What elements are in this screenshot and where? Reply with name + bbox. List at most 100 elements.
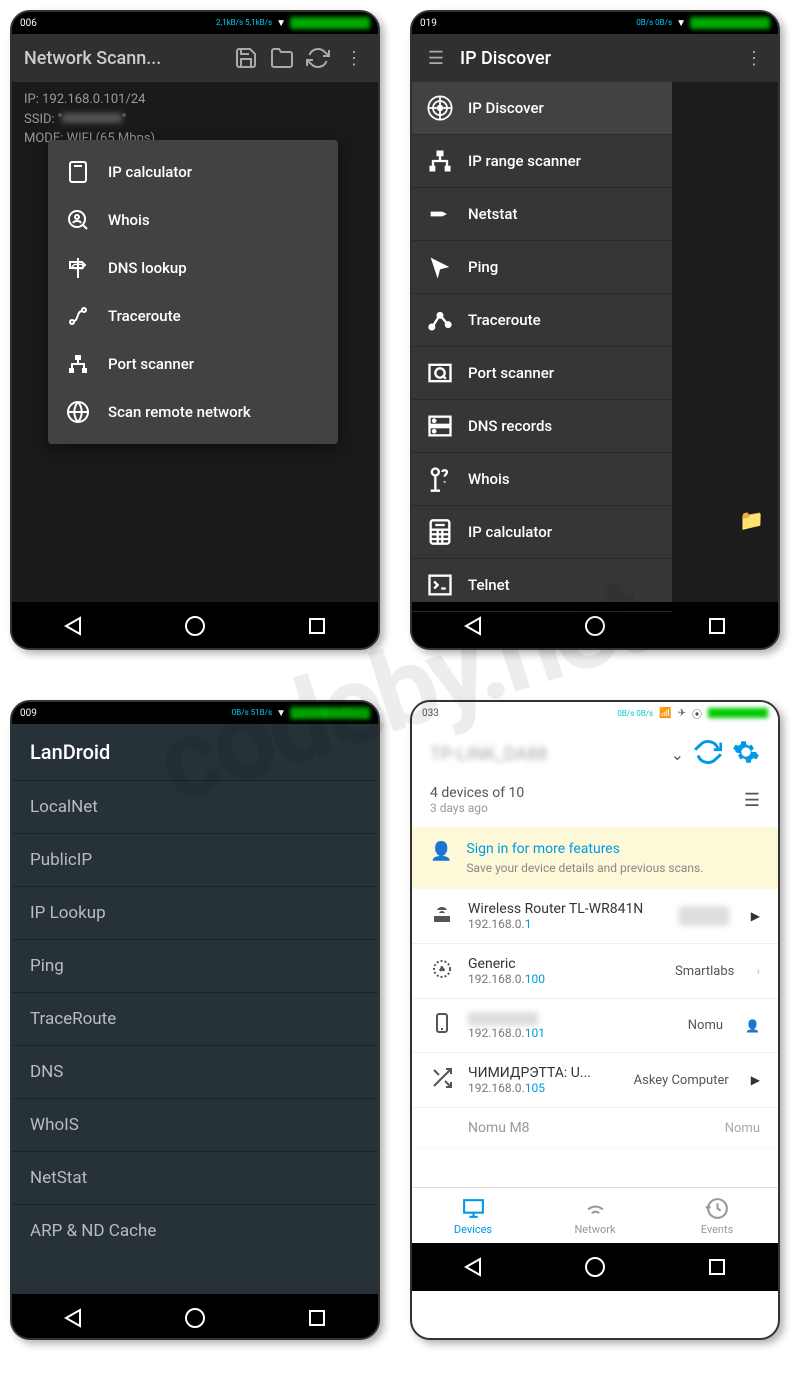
drawer-port-scanner[interactable]: Port scanner [412,347,672,400]
refresh-icon[interactable] [694,738,722,771]
tab-network[interactable]: Network [534,1188,656,1243]
device-row[interactable]: Wireless Router TL-WR841N 192.168.0.1 ▶ [412,889,778,944]
list-item-whois[interactable]: WhoIS [12,1098,378,1151]
list-item-localnet[interactable]: LocalNet [12,780,378,833]
drawer-label: IP calculator [468,523,552,541]
status-battery [290,707,370,719]
back-button[interactable] [461,1255,485,1279]
menu-label: Scan remote network [108,403,251,421]
home-button[interactable] [583,1255,607,1279]
status-time: 033 [422,708,439,719]
tab-events[interactable]: Events [656,1188,778,1243]
recent-button[interactable] [305,614,329,638]
hamburger-icon[interactable]: ☰ [424,46,448,70]
refresh-icon[interactable] [306,46,330,70]
drawer-dns-records[interactable]: DNS records [412,400,672,453]
tab-label: Devices [454,1223,492,1236]
drawer-ip-discover[interactable]: IP Discover [412,82,672,135]
tab-devices[interactable]: Devices [412,1188,534,1243]
recent-button[interactable] [305,1306,329,1330]
drawer-traceroute[interactable]: Traceroute [412,294,672,347]
context-menu: IP calculator Whois DNS lookup Tracerout… [48,140,338,444]
back-button[interactable] [61,614,85,638]
folder-icon[interactable] [270,46,294,70]
monitor-icon [461,1196,486,1221]
device-row[interactable]: 192.168.0.101 Nomu 👤 [412,999,778,1053]
device-ip: 192.168.0.105 [468,1081,620,1095]
more-icon[interactable]: ⋮ [342,46,366,70]
gear-icon[interactable] [732,738,760,771]
drawer-whois[interactable]: Whois [412,453,672,506]
list-item-ping[interactable]: Ping [12,939,378,992]
signin-banner[interactable]: 👤 Sign in for more features Save your de… [412,827,778,889]
location-icon: ⦿ [692,706,702,721]
status-netspeed: 0B/s 0B/s [617,709,653,718]
menu-scan-remote[interactable]: Scan remote network [48,388,338,436]
arrow-icon [426,253,454,281]
list-item-traceroute[interactable]: TraceRoute [12,992,378,1045]
android-navbar [12,602,378,650]
filter-icon[interactable]: ☰ [744,790,760,811]
back-button[interactable] [461,614,485,638]
route-icon [66,304,90,328]
device-row[interactable]: ЧИМИДРЭТТА: U... 192.168.0.105 Askey Com… [412,1053,778,1108]
device-name: Nomu M8 [468,1120,711,1136]
terminal-icon [426,571,454,599]
device-name-blur [468,1012,538,1026]
save-icon[interactable] [234,46,258,70]
action-bar: Network Scann... ⋮ [12,34,378,82]
tab-label: Events [701,1223,734,1236]
list-item-arp[interactable]: ARP & ND Cache [12,1204,378,1257]
menu-port-scanner[interactable]: Port scanner [48,340,338,388]
status-battery [690,17,770,29]
drawer-netstat[interactable]: Netstat [412,188,672,241]
drawer-label: Traceroute [468,311,541,329]
menu-dns-lookup[interactable]: DNS lookup [48,244,338,292]
calculator-icon [426,518,454,546]
status-bar: 006 2,1kB/s 5,1kB/s ▼ [12,12,378,34]
nav-drawer: IP Discover IP range scanner Netstat Pin… [412,82,672,602]
status-bar: 033 0B/s 0B/s 📶 ✈ ⦿ [412,702,778,724]
drawer-ping[interactable]: Ping [412,241,672,294]
app-title: Network Scann... [24,48,222,69]
menu-ip-calculator[interactable]: IP calculator [48,148,338,196]
search-person-icon [66,208,90,232]
chevron-down-icon[interactable]: ⌄ [671,745,684,764]
device-ip: 192.168.0.1 [468,917,665,931]
home-button[interactable] [183,1306,207,1330]
recent-button[interactable] [705,1255,729,1279]
wifi-icon [583,1196,608,1221]
home-button[interactable] [183,614,207,638]
device-ip: 192.168.0.101 [468,1026,674,1040]
menu-whois[interactable]: Whois [48,196,338,244]
more-icon[interactable]: ⋮ [742,46,766,70]
device-row-partial[interactable]: Nomu M8 Nomu [412,1108,778,1149]
device-row[interactable]: Generic 192.168.0.100 Smartlabs › [412,944,778,999]
drawer-label: IP Discover [468,99,544,117]
network-name[interactable]: TP-LINK_DA88 [430,744,661,765]
list-item-dns[interactable]: DNS [12,1045,378,1098]
wifi-icon: ▼ [676,18,686,29]
list-item-publicip[interactable]: PublicIP [12,833,378,886]
play-icon: ▶ [751,909,760,923]
drawer-ip-range[interactable]: IP range scanner [412,135,672,188]
drawer-label: Ping [468,258,498,276]
banner-subtitle: Save your device details and previous sc… [466,861,760,875]
home-button[interactable] [583,614,607,638]
menu-label: Traceroute [108,307,181,325]
menu-label: Port scanner [108,355,194,373]
drawer-ip-calculator[interactable]: IP calculator [412,506,672,559]
wifi-icon: ▼ [276,18,286,29]
back-button[interactable] [61,1306,85,1330]
list-item-iplookup[interactable]: IP Lookup [12,886,378,939]
recent-button[interactable] [705,614,729,638]
network-header: TP-LINK_DA88 ⌄ [412,724,778,785]
banner-title: Sign in for more features [466,841,760,857]
signpost-icon [66,256,90,280]
list-item-netstat[interactable]: NetStat [12,1151,378,1204]
menu-traceroute[interactable]: Traceroute [48,292,338,340]
device-vendor: Askey Computer [634,1073,729,1088]
device-vendor: Nomu [725,1121,760,1136]
router-icon [430,902,454,931]
drawer-telnet[interactable]: Telnet [412,559,672,612]
